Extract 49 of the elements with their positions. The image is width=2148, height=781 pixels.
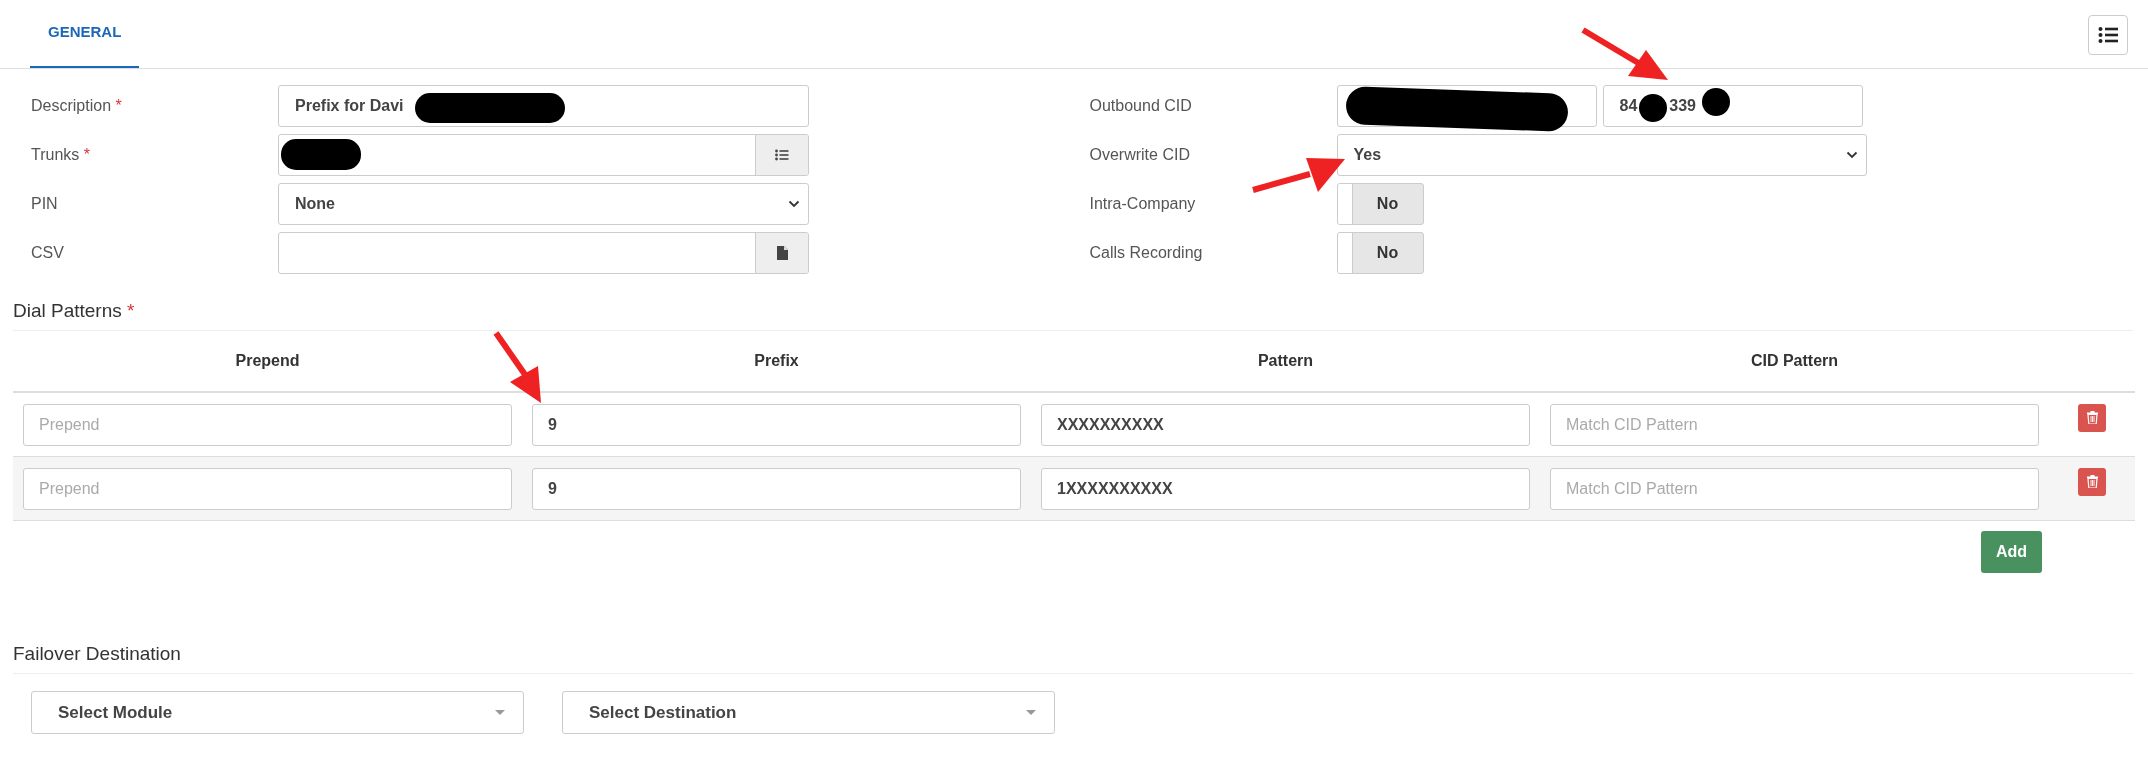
annotation-arrow [493, 331, 541, 403]
pattern-input[interactable]: XXXXXXXXXX [1041, 403, 1530, 446]
caret-icon [495, 710, 505, 715]
section-title: Failover Destination [13, 643, 2133, 674]
pattern-input[interactable]: 1XXXXXXXXXX [1041, 467, 1530, 510]
menu-icon [2098, 26, 2118, 44]
add-button[interactable]: Add [1981, 531, 2042, 573]
field-label: Trunks * [31, 146, 91, 164]
delete-button[interactable] [2078, 403, 2106, 432]
pattern-input[interactable]: Prepend [23, 403, 512, 446]
pattern-input[interactable]: Prepend [23, 467, 512, 510]
pattern-input[interactable]: 9 [532, 403, 1021, 446]
delete-button[interactable] [2078, 467, 2106, 496]
trash-icon [2086, 411, 2098, 424]
menu-button[interactable] [2088, 15, 2128, 55]
toggle-switch[interactable]: No [1336, 232, 1424, 274]
redaction-mark [1638, 94, 1667, 122]
destination-select[interactable]: Select Destination [562, 691, 1055, 734]
field-label: CSV [31, 244, 65, 262]
field-label: Calls Recording [1089, 244, 1204, 262]
pattern-input[interactable]: Match CID Pattern [1550, 467, 2039, 510]
chevron-icon [1845, 151, 1858, 159]
cid-number-field[interactable]: 84 339 [1602, 85, 1863, 127]
pin-select[interactable]: None [278, 183, 809, 225]
section-title: Dial Patterns * [13, 300, 2133, 331]
field-label: PIN [31, 195, 59, 213]
field-label: Description * [31, 97, 123, 115]
file-icon [776, 246, 788, 260]
overwrite-cid-select[interactable]: Yes [1336, 134, 1867, 176]
destination-select[interactable]: Select Module [31, 691, 524, 734]
field-label: Outbound CID [1089, 97, 1193, 115]
chevron-icon [788, 200, 800, 208]
trunks-field[interactable] [278, 134, 809, 176]
pattern-input[interactable]: Match CID Pattern [1550, 403, 2039, 446]
caret-icon [1026, 710, 1036, 715]
field-label: Intra-Company [1089, 195, 1197, 213]
column-header: Pattern [1256, 352, 1315, 370]
csv-field[interactable] [278, 232, 809, 274]
pattern-input[interactable]: 9 [532, 467, 1021, 510]
field-label: Overwrite CID [1089, 146, 1191, 164]
trash-icon [2086, 475, 2098, 488]
redaction-mark [1701, 88, 1730, 116]
column-header: CID Pattern [1749, 352, 1840, 370]
toggle-switch[interactable]: No [1336, 183, 1424, 225]
column-header: Prefix [753, 352, 800, 370]
column-header: Prepend [234, 352, 301, 370]
description-field[interactable]: Prefix for Davi [278, 85, 809, 127]
general-tab[interactable]: GENERAL [30, 0, 140, 68]
list-icon [775, 149, 789, 161]
